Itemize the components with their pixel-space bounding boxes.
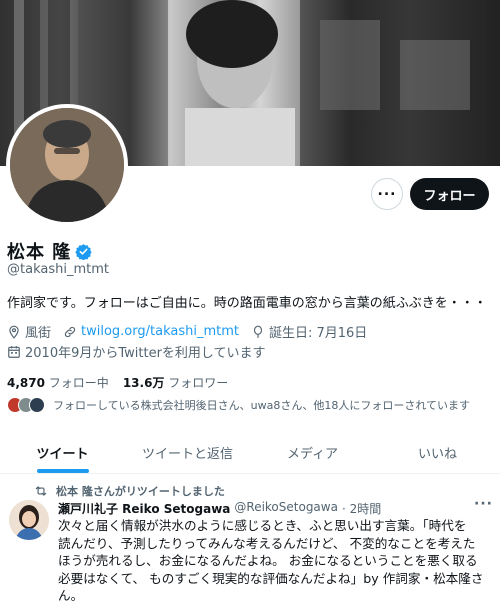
following-label: フォロー中 [48,376,109,390]
tweet-text-line: 必要はなくて、 ものすごく現実的な評価なんだよね」by 作詞家・松本隆さ [58,570,484,586]
display-name: 松本 隆 [7,242,72,263]
tab-likes[interactable]: いいね [375,431,500,473]
ellipsis-icon: ... [377,183,397,199]
following-count: 4,870 [7,376,45,390]
tweet-text-line: 次々と届く情報が洪水のように感じるとき、ふと思い出す言葉。「時代を [58,518,467,533]
joined-row: 2010年9月からTwitterを利用しています [7,342,278,361]
tab-label: メディア [286,446,339,462]
followers-count: 13.6万 [122,376,165,390]
website-link[interactable]: twilog.org/takashi_mtmt [81,324,239,339]
profile-bio: 作詞家です。フォローはご自由に。時の路面電車の窓から言葉の紙ふぶきを・・・ [7,296,487,311]
location-item: 風街 [7,322,51,341]
location-text: 風街 [25,326,52,341]
tab-label: いいね [417,446,457,462]
calendar-icon [8,345,20,358]
verified-badge-icon [75,243,92,260]
retweet-icon [35,486,47,496]
tweet-text[interactable]: 次々と届く情報が洪水のように感じるとき、ふと思い出す言葉。「時代を 読んだり、予… [58,517,494,601]
balloon-icon [253,325,263,338]
tab-media[interactable]: メディア [250,431,375,473]
link-icon [64,326,76,337]
website-item[interactable]: twilog.org/takashi_mtmt [63,324,239,339]
tab-tweets-and-replies[interactable]: ツイートと返信 [125,431,250,473]
follower-avatar [29,397,45,413]
avatar-photo [10,108,124,222]
active-tab-indicator [36,469,89,473]
tweet-timestamp[interactable]: · 2時間 [342,500,381,517]
birthday-item: 誕生日: 7月16日 [251,322,367,341]
tweet-text-line: ん。 [58,588,84,601]
joined-item: 2010年9月からTwitterを利用しています [7,342,266,361]
profile-handle: @takashi_mtmt [7,262,109,277]
profile-meta-row: 風街 twilog.org/takashi_mtmt 誕生日: 7月16日 [7,322,379,341]
retweeted-by-text: 松本 隆さんがリツイートしました [56,485,225,498]
tweet-more-button[interactable]: ··· [474,496,493,512]
tweet-author-handle[interactable]: @ReikoSetogawa [234,500,338,517]
following-link[interactable]: 4,870 フォロー中 [7,374,109,391]
followed-by-row[interactable]: フォローしている株式会社明後日さん、uwa8さん、他18人にフォローされています [7,397,470,413]
profile-tabs: ツイート ツイートと返信 メディア いいね [0,431,500,474]
profile-avatar[interactable] [6,104,128,226]
tweet-text-line: 読んだり、予測したりってみんな考えるんだけど、 不変的なことを考えた [58,535,476,551]
followers-link[interactable]: 13.6万 フォロワー [123,374,228,391]
tab-label: ツイート [36,446,89,462]
followed-by-text: フォローしている株式会社明後日さん、uwa8さん、他18人にフォローされています [53,399,471,412]
joined-text: 2010年9月からTwitterを利用しています [25,346,266,361]
tab-label: ツイートと返信 [141,446,233,462]
location-pin-icon [9,325,19,339]
tweet-header: 瀬戸川礼子 Reiko Setogawa @ReikoSetogawa · 2時… [58,500,381,517]
follow-button[interactable]: フォロー [410,178,489,210]
tweet-author-name[interactable]: 瀬戸川礼子 Reiko Setogawa [58,500,230,517]
follow-counts: 4,870 フォロー中 13.6万 フォロワー [7,374,228,391]
retweet-context[interactable]: 松本 隆さんがリツイートしました [34,483,225,499]
more-options-button[interactable]: ... [371,178,403,210]
birthday-text: 誕生日: 7月16日 [268,326,368,341]
tab-tweets[interactable]: ツイート [0,431,125,473]
follower-avatars [7,397,45,413]
profile-name-row: 松本 隆 [7,238,92,264]
tweet-text-line: ほうが売れるし、お金になるんだよね。 お金になるということを悪く取る [58,553,478,568]
tweet-author-avatar[interactable] [9,500,49,540]
author-avatar-photo [9,500,49,540]
followers-label: フォロワー [168,376,229,390]
